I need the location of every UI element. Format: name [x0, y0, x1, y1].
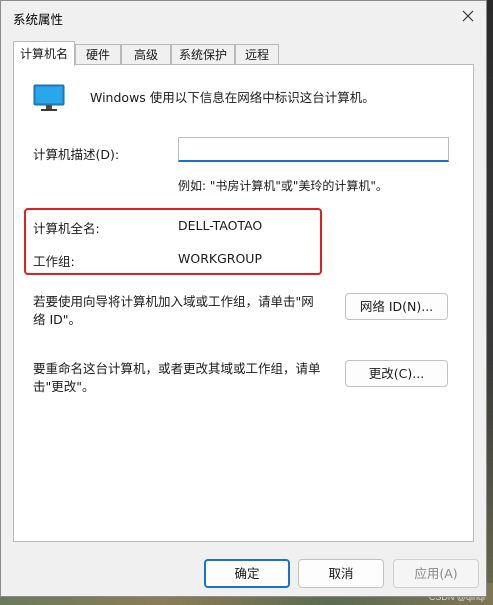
tab-system-protection[interactable]: 系统保护 — [171, 44, 235, 65]
window-title: 系统属性 — [13, 12, 64, 27]
apply-button[interactable]: 应用(A) — [393, 559, 479, 588]
description-label: 计算机描述(D): — [33, 147, 120, 162]
change-button[interactable]: 更改(C)... — [345, 360, 448, 387]
tab-advanced[interactable]: 高级 — [121, 44, 171, 65]
tab-hardware[interactable]: 硬件 — [75, 44, 121, 65]
close-icon — [462, 10, 474, 22]
title-bar[interactable]: 系统属性 — [1, 1, 486, 33]
monitor-icon — [33, 84, 65, 111]
intro-text: Windows 使用以下信息在网络中标识这台计算机。 — [90, 90, 375, 105]
change-instructions: 要重命名这台计算机，或者更改其域或工作组，请单击"更改"。 — [33, 361, 321, 394]
tab-computer-name[interactable]: 计算机名 — [13, 41, 75, 66]
network-id-button[interactable]: 网络 ID(N)... — [345, 293, 448, 320]
network-id-instructions: 若要使用向导将计算机加入域或工作组，请单击"网络 ID"。 — [33, 294, 314, 327]
full-name-value: DELL-TAOTAO — [178, 218, 263, 233]
desktop-background-right — [487, 0, 493, 605]
close-button[interactable] — [454, 3, 482, 29]
description-input[interactable] — [178, 137, 449, 162]
cancel-button[interactable]: 取消 — [298, 559, 384, 588]
ok-button[interactable]: 确定 — [204, 559, 290, 588]
tab-remote[interactable]: 远程 — [235, 44, 279, 65]
computer-name-panel: Windows 使用以下信息在网络中标识这台计算机。 计算机描述(D): 例如:… — [13, 64, 474, 542]
description-example: 例如: "书房计算机"或"美玲的计算机"。 — [178, 179, 388, 193]
full-name-label: 计算机全名: — [33, 221, 100, 236]
workgroup-label: 工作组: — [33, 254, 75, 269]
system-properties-dialog: 系统属性 计算机名 硬件 高级 系统保护 远程 Windows 使用以下信息在网… — [0, 0, 487, 597]
workgroup-value: WORKGROUP — [178, 251, 262, 266]
